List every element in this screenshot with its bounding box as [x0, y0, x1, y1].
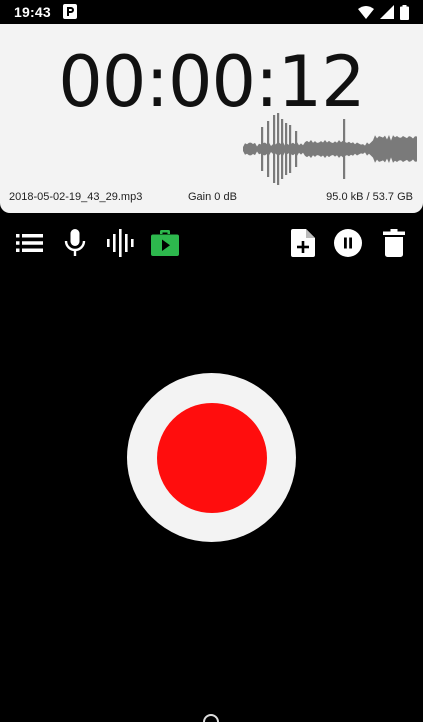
waveform-icon [106, 229, 134, 257]
record-button[interactable] [127, 373, 296, 542]
pause-icon [334, 229, 362, 257]
wifi-icon [358, 5, 374, 19]
pause-button[interactable] [334, 229, 362, 257]
signal-icon [380, 5, 394, 19]
encoder-icon [151, 230, 179, 256]
file-name: 2018-05-02-19_43_29.mp3 [9, 191, 143, 203]
file-size: 95.0 kB / 53.7 GB [326, 191, 413, 203]
microphone-button[interactable] [61, 229, 89, 257]
audio-source-button[interactable] [106, 229, 134, 257]
status-icons [358, 4, 409, 20]
gain-label: Gain 0 dB [188, 191, 237, 203]
recording-info-panel: 00:00:12 2018-05-02-19_43_29.mp3 Gain 0 … [0, 24, 423, 213]
status-time: 19:43 [14, 4, 51, 20]
battery-icon [400, 4, 409, 20]
recordings-list-button[interactable] [15, 229, 43, 257]
new-recording-button[interactable] [289, 229, 317, 257]
delete-button[interactable] [380, 229, 408, 257]
waveform-display [243, 113, 417, 185]
navigation-handle [203, 714, 219, 722]
status-bar: 19:43 [0, 0, 423, 24]
microphone-icon [64, 229, 86, 256]
encoder-button[interactable] [151, 229, 179, 257]
new-file-icon [291, 229, 315, 257]
trash-icon [383, 229, 405, 257]
parking-app-icon [63, 4, 77, 19]
record-indicator [156, 402, 267, 513]
list-icon [15, 234, 43, 252]
